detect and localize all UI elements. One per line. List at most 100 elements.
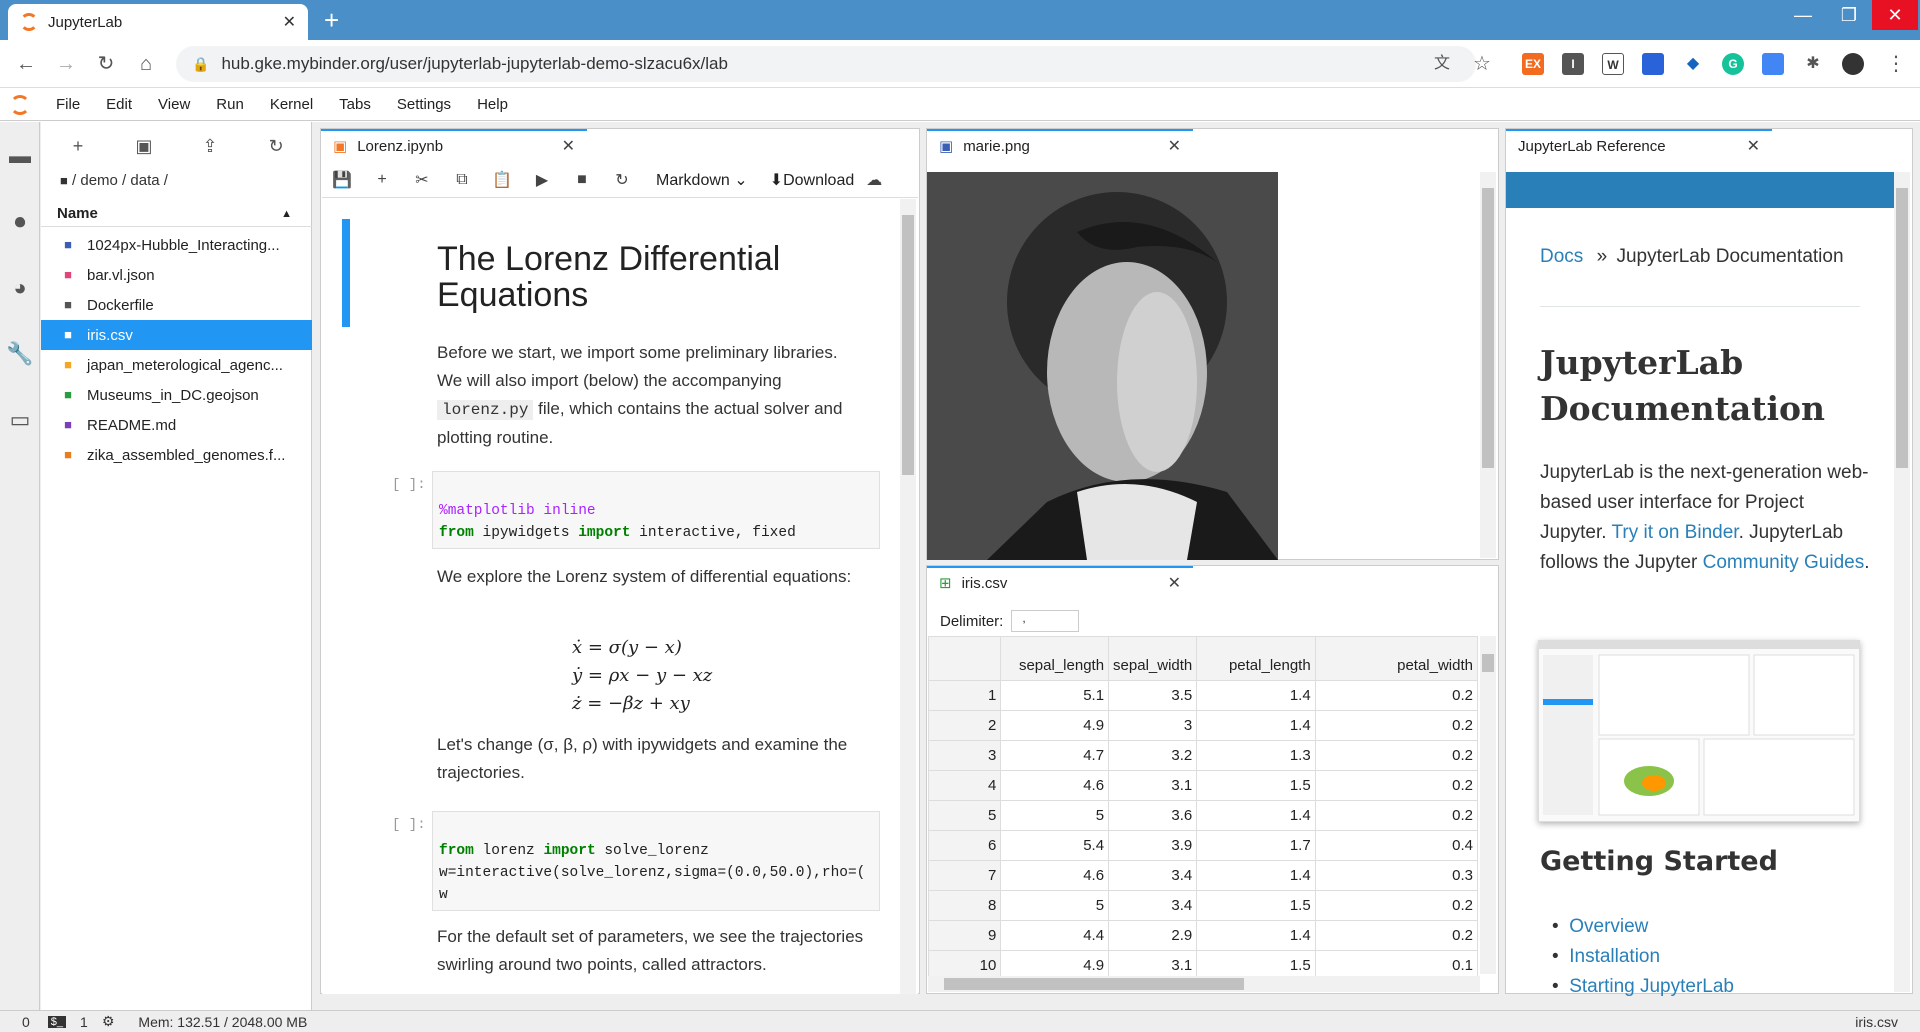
csv-cell[interactable]: 4.7 xyxy=(1000,740,1110,771)
cloud-icon[interactable]: ☁ xyxy=(854,170,894,190)
insert-cell-icon[interactable]: + xyxy=(362,171,402,189)
docs-crumb-link[interactable]: Docs xyxy=(1540,246,1583,267)
menu-run[interactable]: Run xyxy=(203,96,257,113)
copy-icon[interactable]: ⧉ xyxy=(442,171,482,189)
code-cell-1[interactable]: %matplotlib inline from ipywidgets impor… xyxy=(432,471,880,549)
csv-cell[interactable]: 1.4 xyxy=(1196,710,1316,741)
docs-community-link[interactable]: Community Guides xyxy=(1703,552,1865,573)
close-docs-icon[interactable]: ✕ xyxy=(1747,136,1760,156)
menu-tabs[interactable]: Tabs xyxy=(326,96,384,113)
extension-translate-icon[interactable] xyxy=(1762,53,1784,75)
image-scroll-thumb[interactable] xyxy=(1482,188,1494,468)
csv-column-header[interactable] xyxy=(928,636,1002,681)
save-icon[interactable]: 💾 xyxy=(322,170,362,190)
docs-link-installation[interactable]: • Installation xyxy=(1552,942,1734,972)
extension-blue-icon[interactable] xyxy=(1642,53,1664,75)
csv-cell[interactable]: 1.5 xyxy=(1196,890,1316,921)
extensions-puzzle-icon[interactable]: ✱ xyxy=(1802,53,1824,75)
csv-cell[interactable]: 1.4 xyxy=(1196,860,1316,891)
csv-tab[interactable]: ⊞ iris.csv ✕ xyxy=(927,566,1193,598)
new-tab-button[interactable]: + xyxy=(324,4,339,36)
csv-cell[interactable]: 3.4 xyxy=(1108,860,1198,891)
bookmark-star-icon[interactable]: ☆ xyxy=(1470,52,1494,76)
csv-cell[interactable]: 1.3 xyxy=(1196,740,1316,771)
csv-row-index[interactable]: 5 xyxy=(928,800,1002,831)
menu-kernel[interactable]: Kernel xyxy=(257,96,326,113)
csv-cell[interactable]: 1.4 xyxy=(1196,680,1316,711)
paste-icon[interactable]: 📋 xyxy=(482,170,522,190)
menu-view[interactable]: View xyxy=(145,96,203,113)
cell-type-select[interactable]: Markdown ⌄ xyxy=(656,170,748,190)
new-folder-icon[interactable]: ▣ xyxy=(132,136,156,160)
breadcrumb-path[interactable]: / demo / data / xyxy=(72,172,168,189)
stop-icon[interactable]: ■ xyxy=(562,171,602,189)
run-icon[interactable]: ▶ xyxy=(522,170,562,190)
csv-cell[interactable]: 5.1 xyxy=(1000,680,1110,711)
menu-file[interactable]: File xyxy=(40,96,93,113)
csv-row-index[interactable]: 2 xyxy=(928,710,1002,741)
close-image-icon[interactable]: ✕ xyxy=(1168,136,1181,156)
translate-icon[interactable]: 文 xyxy=(1430,52,1454,76)
csv-row-index[interactable]: 4 xyxy=(928,770,1002,801)
close-csv-icon[interactable]: ✕ xyxy=(1168,573,1181,593)
csv-cell[interactable]: 0.2 xyxy=(1314,920,1478,951)
csv-cell[interactable]: 3.6 xyxy=(1108,800,1198,831)
csv-cell[interactable]: 0.2 xyxy=(1314,800,1478,831)
csv-row-index[interactable]: 3 xyxy=(928,740,1002,771)
csv-cell[interactable]: 1.4 xyxy=(1196,800,1316,831)
csv-row-index[interactable]: 9 xyxy=(928,920,1002,951)
folder-icon[interactable]: ▬ xyxy=(6,142,34,170)
browser-tab[interactable]: JupyterLab ✕ xyxy=(8,4,308,40)
csv-cell[interactable]: 1.5 xyxy=(1196,770,1316,801)
palette-icon[interactable]: ◕ xyxy=(6,274,34,302)
file-row[interactable]: ■ bar.vl.json xyxy=(41,260,312,290)
tabs-icon[interactable]: ▭ xyxy=(6,406,34,434)
menu-help[interactable]: Help xyxy=(464,96,521,113)
csv-row-index[interactable]: 8 xyxy=(928,890,1002,921)
csv-cell[interactable]: 5 xyxy=(1000,800,1110,831)
csv-cell[interactable]: 0.2 xyxy=(1314,890,1478,921)
csv-cell[interactable]: 1.7 xyxy=(1196,830,1316,861)
back-icon[interactable]: ← xyxy=(14,52,38,76)
csv-cell[interactable]: 2.9 xyxy=(1108,920,1198,951)
extension-grammarly-icon[interactable]: G xyxy=(1722,53,1744,75)
profile-avatar[interactable] xyxy=(1842,53,1864,75)
new-launcher-icon[interactable]: + xyxy=(66,136,90,160)
csv-cell[interactable]: 0.4 xyxy=(1314,830,1478,861)
csv-cell[interactable]: 0.2 xyxy=(1314,740,1478,771)
csv-column-header[interactable]: petal_length xyxy=(1196,636,1316,681)
csv-cell[interactable]: 3.1 xyxy=(1108,950,1198,976)
forward-icon[interactable]: → xyxy=(54,52,78,76)
docs-scroll-thumb[interactable] xyxy=(1896,188,1908,468)
csv-cell[interactable]: 0.2 xyxy=(1314,710,1478,741)
menu-settings[interactable]: Settings xyxy=(384,96,464,113)
docs-link-installation-label[interactable]: Installation xyxy=(1569,946,1660,967)
docs-tab[interactable]: JupyterLab Reference ✕ xyxy=(1506,129,1772,161)
wrench-icon[interactable]: 🔧 xyxy=(6,340,34,368)
csv-cell[interactable]: 4.9 xyxy=(1000,710,1110,741)
menu-edit[interactable]: Edit xyxy=(93,96,145,113)
docs-link-starting[interactable]: • Starting JupyterLab xyxy=(1552,972,1734,1002)
csv-cell[interactable]: 4.4 xyxy=(1000,920,1110,951)
csv-cell[interactable]: 0.2 xyxy=(1314,770,1478,801)
file-row[interactable]: ■ zika_assembled_genomes.f... xyxy=(41,440,312,470)
status-terminals-count[interactable]: 1 xyxy=(80,1014,88,1030)
csv-hscroll-thumb[interactable] xyxy=(944,978,1244,990)
csv-hscrollbar[interactable] xyxy=(928,976,1480,992)
image-scrollbar[interactable] xyxy=(1480,172,1496,558)
csv-cell[interactable]: 4.9 xyxy=(1000,950,1110,976)
csv-cell[interactable]: 1.4 xyxy=(1196,920,1316,951)
browser-menu-icon[interactable]: ⋮ xyxy=(1884,52,1908,76)
file-row[interactable]: ■ Museums_in_DC.geojson xyxy=(41,380,312,410)
refresh-icon[interactable]: ↻ xyxy=(264,136,288,160)
csv-vscrollbar[interactable] xyxy=(1480,636,1496,974)
image-tab[interactable]: ▣ marie.png ✕ xyxy=(927,129,1193,161)
docs-link-starting-label[interactable]: Starting JupyterLab xyxy=(1569,976,1734,997)
csv-cell[interactable]: 3.2 xyxy=(1108,740,1198,771)
home-icon[interactable]: ⌂ xyxy=(134,52,158,76)
reload-icon[interactable]: ↻ xyxy=(94,52,118,76)
close-window-button[interactable]: ✕ xyxy=(1872,0,1918,30)
csv-row-index[interactable]: 6 xyxy=(928,830,1002,861)
close-tab-icon[interactable]: ✕ xyxy=(283,12,296,32)
csv-row-index[interactable]: 7 xyxy=(928,860,1002,891)
